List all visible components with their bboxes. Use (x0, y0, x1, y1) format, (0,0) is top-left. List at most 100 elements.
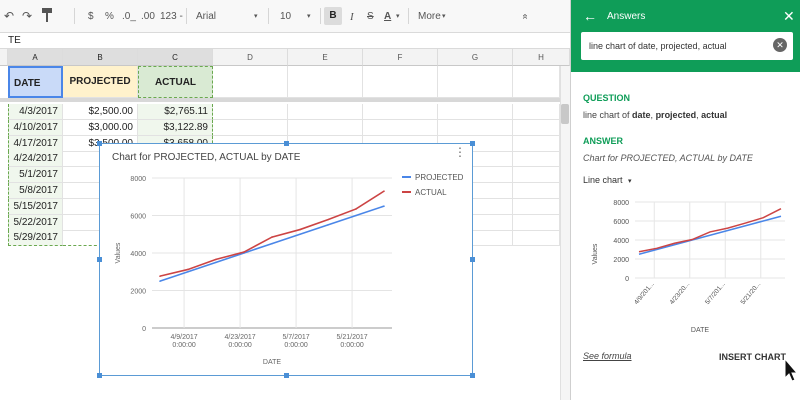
resize-handle[interactable] (284, 373, 289, 378)
column-header-b[interactable]: B (63, 49, 138, 66)
italic-button[interactable]: I (350, 11, 354, 23)
resize-handle[interactable] (284, 141, 289, 146)
more-button[interactable]: More (418, 11, 441, 22)
empty-cell[interactable] (513, 183, 560, 199)
empty-cell[interactable] (513, 167, 560, 184)
column-header-e[interactable]: E (288, 49, 363, 66)
resize-handle[interactable] (470, 141, 475, 146)
table-cell[interactable]: 5/15/2017 (8, 198, 63, 215)
font-family-select[interactable]: Arial (196, 11, 216, 22)
font-family-dropdown-icon[interactable]: ▾ (254, 12, 258, 20)
empty-cell[interactable] (288, 104, 363, 120)
strikethrough-button[interactable]: S (367, 11, 374, 22)
question-term: date (632, 110, 651, 120)
empty-cell[interactable] (513, 214, 560, 231)
table-cell[interactable]: 5/8/2017 (8, 183, 63, 199)
empty-cell[interactable] (363, 119, 438, 136)
empty-cell[interactable] (513, 198, 560, 215)
answers-title: Answers (607, 11, 646, 22)
table-cell[interactable]: $2,500.00 (63, 104, 138, 120)
chart-type-select[interactable]: Line chart ▾ (583, 175, 632, 185)
frozen-row-divider[interactable] (0, 98, 570, 102)
format-percent-button[interactable]: % (105, 11, 114, 22)
empty-cell[interactable] (363, 104, 438, 120)
y-tick-label: 4000 (130, 251, 146, 258)
undo-icon[interactable]: ↶ (4, 9, 14, 23)
empty-cell[interactable] (438, 104, 513, 120)
redo-icon[interactable]: ↷ (22, 9, 32, 23)
x-tick-label: 5/21/20... (740, 281, 763, 306)
table-cell[interactable]: 4/3/2017 (8, 104, 63, 120)
table-cell[interactable]: 4/10/2017 (8, 119, 63, 136)
resize-handle[interactable] (470, 373, 475, 378)
insert-chart-button[interactable]: INSERT CHART (719, 352, 786, 362)
header-cell-projected[interactable]: PROJECTED (63, 66, 138, 98)
empty-cell[interactable] (213, 66, 288, 98)
bold-button[interactable]: B (324, 7, 342, 25)
format-currency-button[interactable]: $ (88, 11, 94, 22)
see-formula-link[interactable]: See formula (583, 351, 632, 361)
name-box[interactable]: TE (8, 35, 21, 46)
text-color-dropdown-icon[interactable]: ▾ (396, 12, 400, 20)
column-header-g[interactable]: G (438, 49, 513, 66)
font-size-select[interactable]: 10 (280, 11, 291, 22)
empty-cell[interactable] (513, 119, 560, 136)
table-cell[interactable]: 5/22/2017 (8, 214, 63, 231)
table-cell[interactable]: $3,000.00 (63, 119, 138, 136)
resize-handle[interactable] (470, 257, 475, 262)
header-cell-date[interactable]: DATE (8, 66, 63, 98)
more-dropdown-icon[interactable]: ▾ (442, 12, 446, 20)
empty-cell[interactable] (363, 66, 438, 98)
decrease-decimal-button[interactable]: .0_ (122, 11, 136, 22)
clear-search-icon[interactable]: ✕ (773, 38, 787, 52)
x-tick-label: 4/9/2017 (170, 334, 197, 341)
empty-cell[interactable] (288, 66, 363, 98)
collapse-toolbar-icon[interactable]: « (519, 14, 530, 20)
close-icon[interactable]: ✕ (783, 8, 795, 25)
empty-cell[interactable] (513, 104, 560, 120)
column-header-h[interactable]: H (513, 49, 570, 66)
column-header-a[interactable]: A (8, 49, 63, 66)
header-cell-actual[interactable]: ACTUAL (138, 66, 213, 98)
chart-type-dropdown-icon[interactable]: ▾ (628, 178, 632, 185)
empty-cell[interactable] (513, 230, 560, 247)
empty-cell[interactable] (438, 66, 513, 98)
empty-cell[interactable] (513, 66, 560, 98)
empty-cell[interactable] (288, 119, 363, 136)
empty-cell[interactable] (213, 104, 288, 120)
y-axis-label: Values (115, 242, 122, 263)
table-cell[interactable]: 5/29/2017 (8, 230, 63, 247)
table-cell[interactable]: $3,122.89 (138, 119, 213, 136)
data-point (327, 224, 329, 226)
increase-decimal-button[interactable]: .00 (141, 11, 155, 22)
embedded-chart[interactable]: Chart for PROJECTED, ACTUAL by DATE ⋮ 02… (99, 143, 473, 376)
text-color-button[interactable]: A (384, 11, 391, 22)
empty-cell[interactable] (438, 119, 513, 136)
question-label: QUESTION (583, 93, 631, 103)
vertical-scrollbar-thumb[interactable] (561, 104, 569, 124)
answers-search-input[interactable]: line chart of date, projected, actual ✕ (581, 32, 793, 60)
resize-handle[interactable] (97, 373, 102, 378)
data-point (299, 228, 301, 231)
resize-handle[interactable] (97, 141, 102, 146)
data-point (159, 280, 161, 282)
table-cell[interactable]: 4/17/2017 (8, 135, 63, 152)
more-formats-button[interactable]: 123 - (160, 11, 183, 22)
paint-format-icon[interactable] (42, 8, 52, 25)
table-cell[interactable]: 5/1/2017 (8, 167, 63, 184)
column-header-c[interactable]: C (138, 49, 213, 66)
resize-handle[interactable] (97, 257, 102, 262)
back-arrow-icon[interactable]: ← (583, 8, 597, 24)
empty-cell[interactable] (513, 151, 560, 168)
empty-cell[interactable] (213, 119, 288, 136)
empty-cell[interactable] (513, 135, 560, 152)
table-cell[interactable]: 4/24/2017 (8, 151, 63, 168)
column-header-d[interactable]: D (213, 49, 288, 66)
table-cell[interactable]: $2,765.11 (138, 104, 213, 120)
column-header-f[interactable]: F (363, 49, 438, 66)
x-tick-label-time: 0:00:00 (340, 342, 363, 349)
answer-chart-preview[interactable]: 8000 6000 4000 2000 0 4/9/201... 4/23/20... 5/7… (575, 192, 799, 337)
question-term: actual (701, 110, 728, 120)
data-point (159, 275, 161, 277)
font-size-dropdown-icon[interactable]: ▾ (307, 12, 311, 20)
